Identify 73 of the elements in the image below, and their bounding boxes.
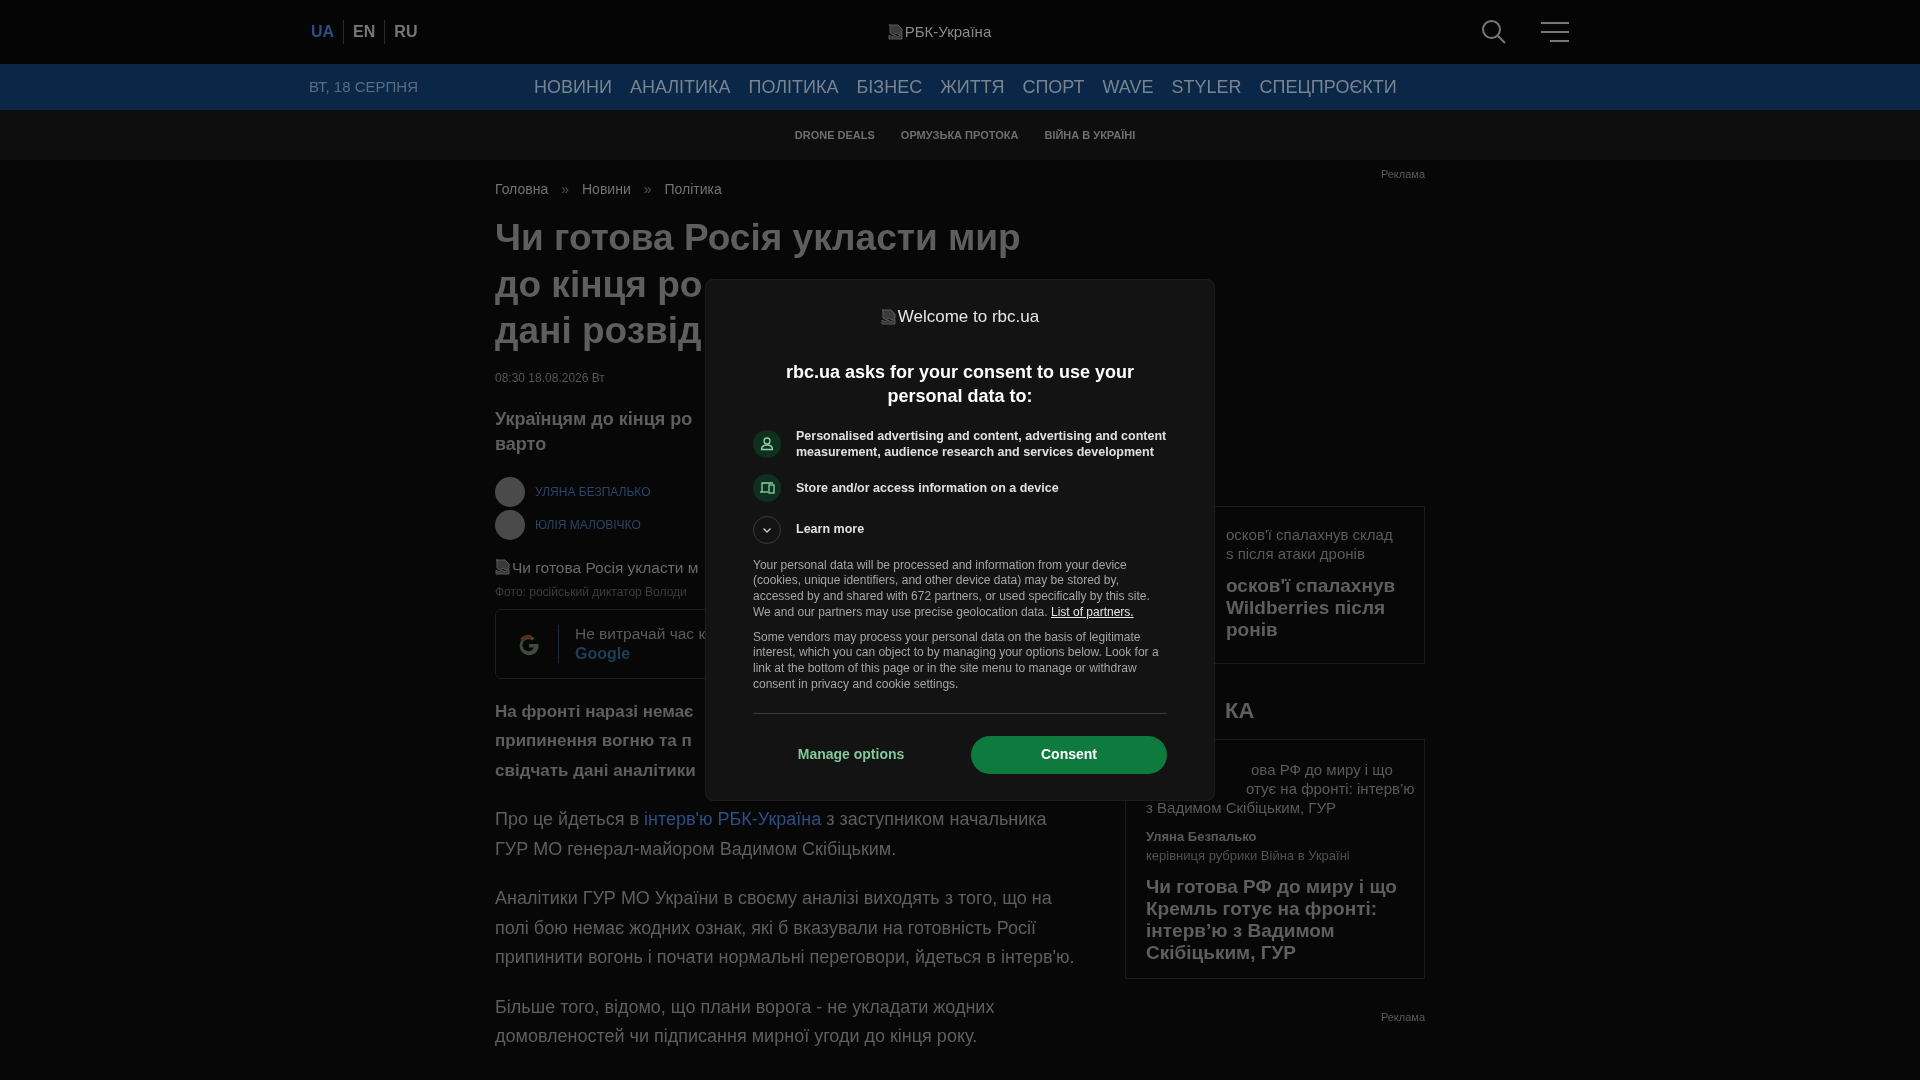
article-paragraph: Аналітики ГУР МО України в своєму аналізі виходять з того, що на полі бою немає жодних ознак, які б вказували на готовність Росії припинити вогонь і почати нормальні переговори, йдеться в інтерв'ю.: [495, 887, 1075, 970]
nav-link[interactable]: НОВИНИ: [534, 73, 612, 101]
learn-more-toggle[interactable]: Learn more: [753, 515, 1167, 544]
ad-label: Реклама: [1380, 167, 1425, 182]
article-lead-paragraph: припинення вогню та п: [495, 730, 692, 753]
broken-image-icon: [495, 559, 511, 576]
nav-link[interactable]: ЖИТТЯ: [940, 73, 1005, 101]
news-title: осков'ї спалахнув: [1226, 574, 1396, 597]
nav-link[interactable]: ПОЛІТИКА: [748, 73, 839, 101]
article-lead-paragraph: свідчать дані аналітики: [495, 759, 696, 782]
promo-text: Не витрачай час к: [575, 623, 706, 644]
broken-image-icon: [880, 308, 897, 325]
language-link[interactable]: RU: [384, 20, 427, 44]
article-lead: варто: [495, 432, 547, 456]
article-lead: Українцям до кінця ро: [495, 407, 693, 431]
news-title: ронів: [1226, 618, 1278, 641]
subnav-link[interactable]: ОРМУЗЬКА ПРОТОКА: [900, 126, 1019, 144]
person-icon: [753, 429, 781, 458]
image-alt-text: Чи готова Росія укласти м: [495, 555, 699, 579]
language-link[interactable]: UA: [309, 20, 344, 44]
author-avatar: [495, 476, 525, 507]
article-title: до кінця ро: [495, 262, 703, 307]
section-heading: КА: [1225, 696, 1255, 725]
dialog-logo: Welcome to rbc.ua: [880, 304, 1040, 330]
current-date: ВТ, 18 СЕРПНЯ: [309, 76, 419, 97]
news-title: Wildberries після: [1226, 596, 1386, 619]
purpose-text: Store and/or access information on a device: [796, 479, 1059, 496]
nav-link[interactable]: STYLER: [1171, 73, 1242, 101]
publish-date: 08:30 18.08.2026 Вт: [495, 369, 605, 387]
site-logo[interactable]: РБК-Україна: [887, 20, 992, 44]
article-paragraph: Більше того, відомо, що плани ворога - не укладати жодних домовленостей чи підписання мирної угоди до кінця року.: [495, 995, 996, 1049]
interview-lead: отує на фронті: інтерв’ю: [1246, 778, 1415, 798]
language-link[interactable]: EN: [343, 20, 385, 44]
partners-link[interactable]: List of partners.: [1050, 604, 1134, 619]
purpose-text: Personalised advertising and content, advertising and content measurement, audience research and services development: [796, 427, 1167, 460]
ad-label: Реклама: [1380, 1009, 1425, 1025]
interview-title: Чи готова РФ до миру і що Кремль готує на фронті: інтерв’ю з Вадимом Скібіцьким, ГУР: [1146, 875, 1398, 964]
dialog-heading: rbc.ua asks for your consent to use your personal data to:: [784, 360, 1136, 408]
article-link[interactable]: інтерв'ю РБК-Україна: [644, 809, 822, 830]
article-title: Чи готова Росія укласти мир: [495, 216, 1021, 260]
article-title: дані розвід: [495, 309, 702, 353]
interview-lead: з Вадимом Скібіцьким, ГУР: [1146, 797, 1336, 817]
author-link[interactable]: ЮЛІЯ МАЛОВІЧКО: [535, 515, 641, 534]
nav-link[interactable]: СПОРТ: [1022, 73, 1085, 101]
author-role: керівниця рубрики Війна в Україні: [1146, 847, 1350, 865]
breadcrumb-separator: »: [643, 179, 652, 199]
consent-paragraph: Some vendors may process your personal data on the basis of legitimate interest, which you can object to by managing your options below. Look for a link at the bottom of this page or in the site menu to manage or withdraw consent in privacy and cookie settings.: [753, 629, 1160, 693]
chevron-down-icon: [753, 515, 781, 544]
devices-icon: [753, 473, 781, 502]
article-paragraph: Про це йдеться в інтерв'ю РБК-Україна з заступником начальника ГУР МО генерал-майором Вадимом Скібіцьким.: [495, 808, 1048, 861]
news-lead: s після атаки дронів: [1226, 543, 1365, 563]
interview-author: Уляна Безпалько: [1146, 827, 1257, 846]
nav-link[interactable]: WAVE: [1102, 73, 1154, 101]
subnav-link[interactable]: DRONE DEALS: [794, 126, 875, 144]
nav-link[interactable]: БІЗНЕС: [856, 73, 923, 101]
manage-options-button[interactable]: Manage options: [753, 735, 949, 774]
broken-image-icon: [887, 24, 904, 40]
breadcrumb-link[interactable]: Новини: [582, 178, 631, 200]
consent-paragraph: Your personal data will be processed and information from your device (cookies, unique identifiers, and other device data) may be stored by, accessed by and shared with 672 partners, or used specifically by this site. We and our partners may use precise geolocation data. List of partners.: [753, 557, 1151, 621]
author-avatar: [495, 509, 525, 540]
subnav-link[interactable]: ВІЙНА В УКРАЇНІ: [1044, 126, 1136, 144]
breadcrumb-link[interactable]: Політика: [664, 178, 722, 200]
search-icon[interactable]: [1481, 19, 1507, 45]
news-lead: осков'ї спалахнув склад: [1226, 524, 1393, 544]
menu-icon[interactable]: [1541, 21, 1569, 43]
consent-button[interactable]: Consent: [971, 735, 1167, 774]
interview-lead: ова РФ до миру і що: [1251, 759, 1393, 779]
nav-link[interactable]: СПЕЦПРОЄКТИ: [1259, 73, 1397, 101]
author-link[interactable]: УЛЯНА БЕЗПАЛЬКО: [535, 482, 651, 501]
breadcrumb-link[interactable]: Головна: [495, 178, 549, 200]
breadcrumb-separator: »: [561, 179, 569, 199]
article-lead-paragraph: На фронті наразі немає: [495, 700, 694, 723]
nav-link[interactable]: АНАЛІТИКА: [629, 73, 731, 101]
